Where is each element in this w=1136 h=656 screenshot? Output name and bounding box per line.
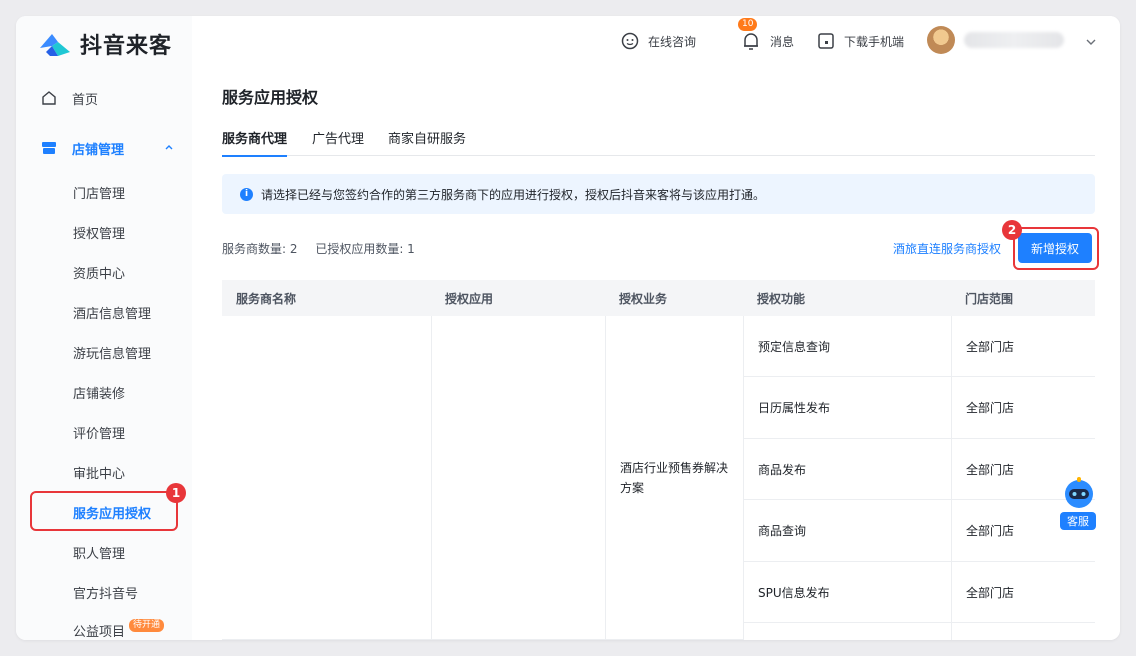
sidebar: 抖音来客 首页 店铺管理 门店管理 授权管理 资质中心 酒店信息管理 游玩信息管… xyxy=(16,16,192,640)
highlight-box-step1 xyxy=(30,491,178,531)
bell-icon xyxy=(744,33,758,50)
sidebar-item-approval[interactable]: 审批中心 xyxy=(73,462,125,482)
store-icon xyxy=(40,139,58,157)
column-header-feature: 授权功能 xyxy=(743,280,951,316)
sidebar-item-auth-manage[interactable]: 授权管理 xyxy=(73,222,125,242)
message-count-badge: 10 xyxy=(738,18,758,31)
robot-icon xyxy=(1065,477,1093,508)
phone-icon xyxy=(818,33,834,49)
chevron-down-icon[interactable] xyxy=(1085,36,1097,48)
sidebar-item-label: 公益项目 xyxy=(73,624,126,640)
app-name: 抖音来客 xyxy=(80,34,173,59)
page-title: 服务应用授权 xyxy=(222,88,319,107)
table-row: 日历属性发布 xyxy=(743,377,951,439)
online-consult-button[interactable]: 在线咨询 xyxy=(620,30,696,52)
table-row: 商品发布 xyxy=(743,439,951,500)
info-banner: i 请选择已经与您签约合作的第三方服务商下的应用进行授权，授权后抖音来客将与该应… xyxy=(222,174,1095,214)
authorization-table: 服务商名称 授权应用 授权业务 授权功能 门店范围 酒店行业预售券解决方案 预定… xyxy=(222,280,1095,640)
consult-label: 在线咨询 xyxy=(648,34,697,49)
sidebar-item-play-info[interactable]: 游玩信息管理 xyxy=(73,342,151,362)
chat-icon xyxy=(621,32,639,50)
tab-ad-agent[interactable]: 广告代理 xyxy=(312,128,364,156)
stats-row: 服务商数量: 2 已授权应用数量: 1 xyxy=(222,240,429,257)
sidebar-item-official-douyin[interactable]: 官方抖音号 xyxy=(73,582,138,602)
user-name-redacted[interactable] xyxy=(964,32,1064,48)
table-row: SPU信息发布 xyxy=(743,562,951,623)
info-text: 请选择已经与您签约合作的第三方服务商下的应用进行授权，授权后抖音来客将与该应用打… xyxy=(261,187,766,202)
column-header-provider: 服务商名称 xyxy=(222,280,431,316)
chevron-up-icon[interactable] xyxy=(164,142,174,152)
sidebar-item-decoration[interactable]: 店铺装修 xyxy=(73,382,125,402)
tab-self-developed[interactable]: 商家自研服务 xyxy=(388,128,466,156)
download-label: 下载手机端 xyxy=(844,34,905,49)
column-header-app: 授权应用 xyxy=(431,280,605,316)
messages-label: 消息 xyxy=(770,34,795,49)
provider-count: 服务商数量: 2 xyxy=(222,242,298,256)
table-row-partial xyxy=(951,623,1095,640)
authorized-app-count: 已授权应用数量: 1 xyxy=(315,242,415,256)
app-logo[interactable]: 抖音来客 xyxy=(38,24,172,64)
sidebar-item-store-manage[interactable]: 门店管理 xyxy=(73,182,125,202)
sidebar-item-qualification[interactable]: 资质中心 xyxy=(73,262,125,282)
tab-service-agent[interactable]: 服务商代理 xyxy=(222,128,288,157)
sidebar-item-label: 首页 xyxy=(72,92,99,108)
sidebar-item-staff[interactable]: 职人管理 xyxy=(73,542,125,562)
provider-name-cell xyxy=(222,316,431,640)
sidebar-item-reviews[interactable]: 评价管理 xyxy=(73,422,125,442)
logo-icon xyxy=(40,34,70,56)
info-icon: i xyxy=(240,187,253,201)
sidebar-group-label: 店铺管理 xyxy=(72,142,125,158)
hotel-direct-auth-link[interactable]: 酒旅直连服务商授权 xyxy=(893,240,1001,257)
top-bar: 在线咨询 消息 10 下载手机端 xyxy=(192,16,1120,68)
table-row-partial xyxy=(743,623,951,640)
avatar[interactable] xyxy=(927,26,955,54)
download-app-button[interactable]: 下载手机端 xyxy=(816,30,904,52)
app-cell xyxy=(431,316,605,640)
step-marker-1: 1 xyxy=(166,483,186,503)
sidebar-group-store[interactable]: 店铺管理 xyxy=(40,136,124,160)
tab-bar: 服务商代理 广告代理 商家自研服务 xyxy=(222,128,1095,157)
table-row: 全部门店 xyxy=(951,316,1095,377)
table-row: 全部门店 xyxy=(951,562,1095,623)
highlight-box-step2 xyxy=(1013,227,1099,270)
main-content: 服务应用授权 服务商代理 广告代理 商家自研服务 i 请选择已经与您签约合作的第… xyxy=(192,68,1120,640)
column-header-business: 授权业务 xyxy=(605,280,743,316)
customer-service-label: 客服 xyxy=(1060,512,1096,530)
sidebar-item-hotel-info[interactable]: 酒店信息管理 xyxy=(73,302,151,322)
pending-badge: 待开通 xyxy=(129,618,165,632)
home-icon xyxy=(40,89,58,107)
customer-service-widget[interactable]: 客服 xyxy=(1060,476,1098,530)
app-window: 抖音来客 首页 店铺管理 门店管理 授权管理 资质中心 酒店信息管理 游玩信息管… xyxy=(16,16,1120,640)
sidebar-item-charity[interactable]: 公益项目 待开通 xyxy=(73,618,165,640)
messages-button[interactable]: 消息 xyxy=(740,30,794,52)
table-row: 预定信息查询 xyxy=(743,316,951,377)
business-cell: 酒店行业预售券解决方案 xyxy=(605,316,743,640)
column-header-scope: 门店范围 xyxy=(951,280,1095,316)
table-row: 全部门店 xyxy=(951,377,1095,439)
step-marker-2: 2 xyxy=(1002,220,1022,240)
sidebar-item-home[interactable]: 首页 xyxy=(40,86,98,110)
table-row: 商品查询 xyxy=(743,500,951,562)
